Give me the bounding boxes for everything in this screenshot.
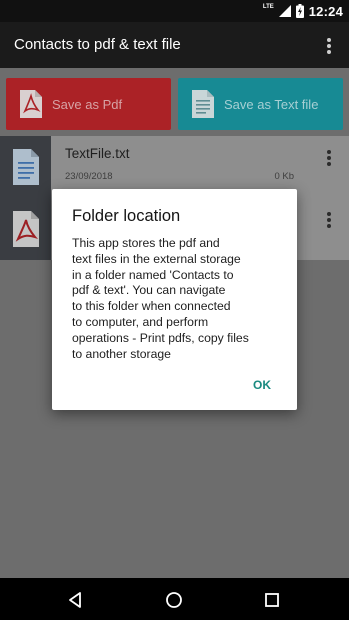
status-icons: LTE 12:24 xyxy=(263,2,343,20)
app-title: Contacts to pdf & text file xyxy=(14,36,181,53)
home-icon[interactable] xyxy=(164,590,184,610)
pdf-file-icon xyxy=(20,90,42,118)
save-as-pdf-label: Save as Pdf xyxy=(52,96,123,112)
text-file-icon xyxy=(192,90,214,118)
network-type: LTE xyxy=(262,4,274,10)
save-as-text-label: Save as Text file xyxy=(224,96,319,112)
status-bar: LTE 12:24 xyxy=(0,0,349,22)
more-vert-icon[interactable] xyxy=(321,212,337,228)
pdf-file-icon xyxy=(0,198,51,260)
dialog-message: This app stores the pdf and text files i… xyxy=(72,236,249,361)
signal-icon xyxy=(278,5,291,17)
navigation-bar xyxy=(0,578,349,620)
file-name: TextFile.txt xyxy=(65,146,130,161)
more-vert-icon[interactable] xyxy=(321,150,337,166)
save-as-text-button[interactable]: Save as Text file xyxy=(178,78,343,130)
back-icon[interactable] xyxy=(66,590,86,610)
battery-charging-icon xyxy=(295,4,304,18)
text-file-icon xyxy=(0,136,51,198)
file-date: 23/09/2018 xyxy=(65,171,113,182)
folder-location-dialog: Folder location This app stores the pdf … xyxy=(52,189,297,410)
more-vert-icon[interactable] xyxy=(321,38,337,54)
ok-button[interactable]: OK xyxy=(253,378,271,392)
dialog-title: Folder location xyxy=(72,207,181,225)
clock: 12:24 xyxy=(308,3,343,19)
app-bar: Contacts to pdf & text file xyxy=(0,22,349,68)
file-size: 0 Kb xyxy=(274,171,294,182)
save-as-pdf-button[interactable]: Save as Pdf xyxy=(6,78,171,130)
recents-icon[interactable] xyxy=(262,590,282,610)
